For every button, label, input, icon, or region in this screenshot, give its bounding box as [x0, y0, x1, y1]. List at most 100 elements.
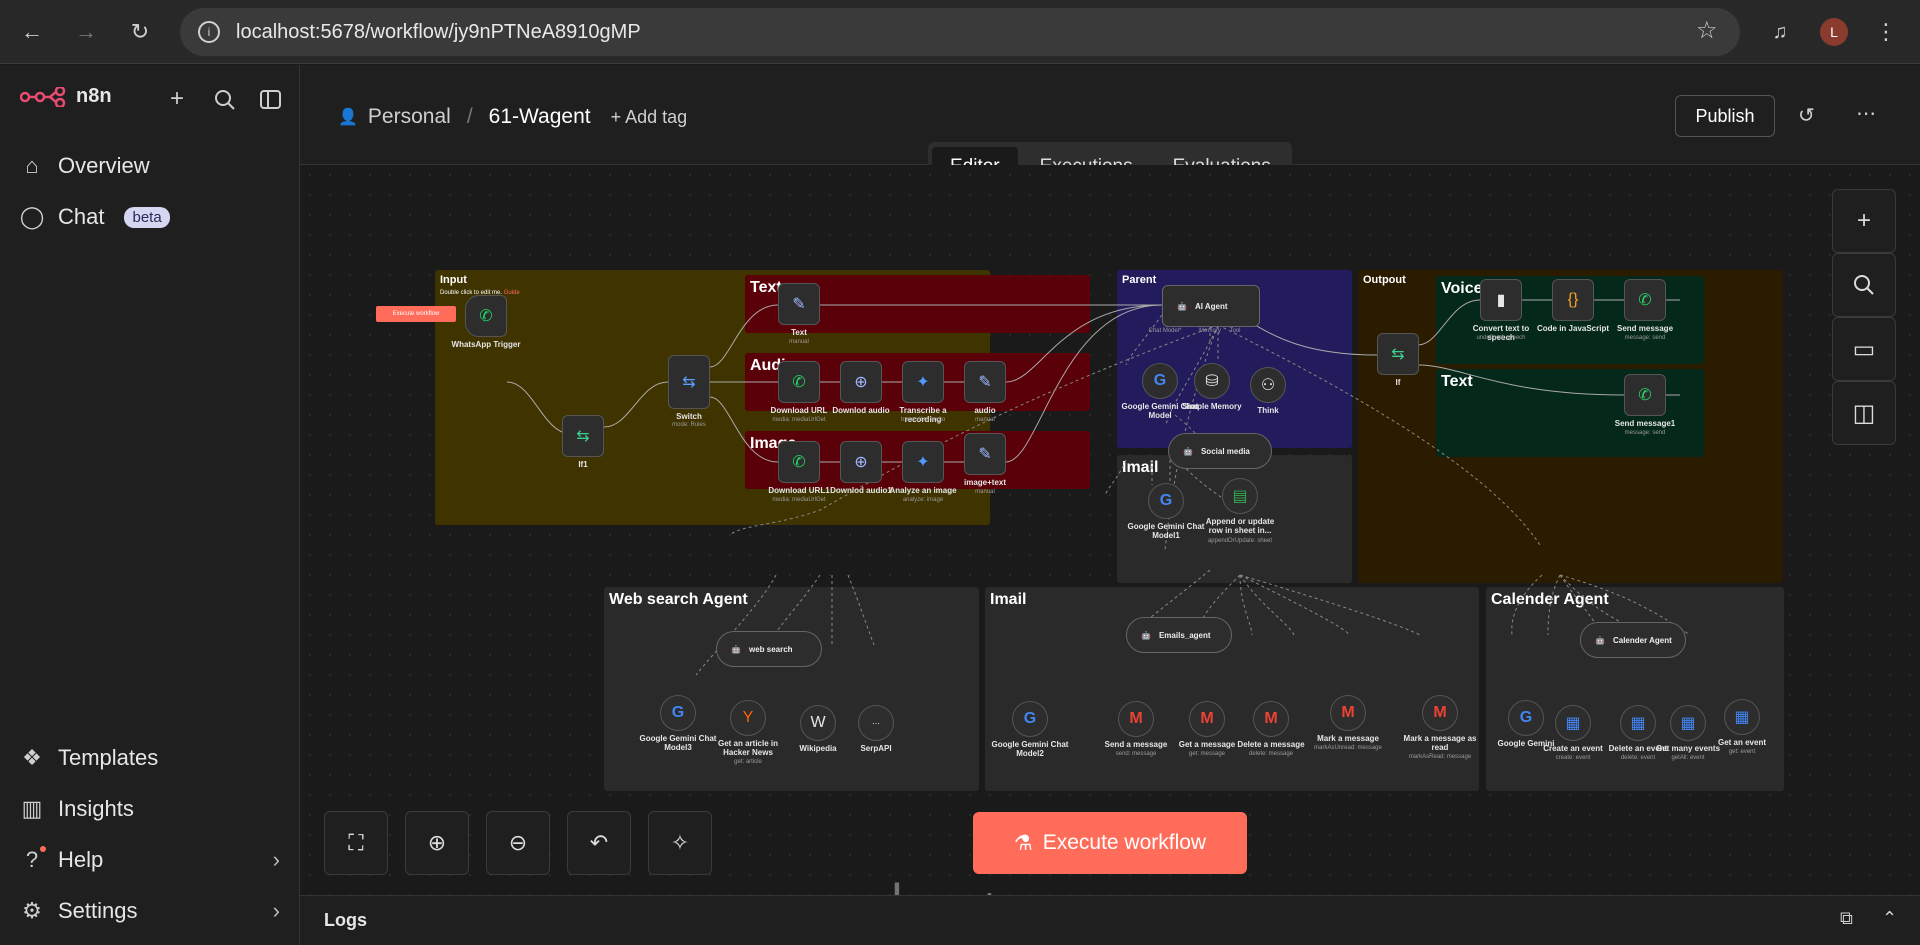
help-icon: ? [20, 846, 46, 872]
google-gemini-node[interactable]: G [1508, 700, 1544, 736]
send-message-node[interactable]: ✆ [1624, 279, 1666, 321]
node-label: Social media [1200, 446, 1250, 456]
google-calendar-icon[interactable]: ▦ [1620, 705, 1656, 741]
history-icon[interactable]: ↺ [1798, 103, 1815, 128]
gmail-icon[interactable]: M [1330, 695, 1366, 731]
breadcrumb-separator: / [466, 105, 473, 128]
undo-button[interactable]: ↶ [567, 811, 631, 875]
fit-view-button[interactable]: ⛶ [324, 811, 388, 875]
workflow-name[interactable]: 61-Wagent [489, 105, 591, 129]
collapse-sidebar-icon[interactable] [260, 89, 282, 111]
chevron-up-icon[interactable]: ⌃ [1882, 908, 1897, 929]
node-subtitle: media: mediaUrlGet [772, 417, 826, 423]
think-node[interactable]: ⚇ [1250, 367, 1286, 403]
popout-icon[interactable]: ⧉ [1840, 908, 1853, 929]
sidebar-item-templates[interactable]: ❖ Templates [20, 745, 158, 771]
whatsapp-trigger-node[interactable]: ✆ [465, 295, 507, 337]
node-label: Append or update row in sheet in... [1205, 517, 1275, 535]
sidebar-item-settings[interactable]: ⚙ Settings › [20, 898, 280, 924]
flask-icon: ⚗ [1013, 831, 1033, 855]
publish-button[interactable]: Publish [1675, 95, 1775, 137]
zoom-in-button[interactable]: ⊕ [405, 811, 469, 875]
google-gemini-chat-model-node[interactable]: G [1142, 363, 1178, 399]
profile-avatar[interactable]: L [1820, 18, 1848, 46]
n8n-logo-icon [20, 86, 66, 107]
tidy-up-button[interactable]: ✧ [648, 811, 712, 875]
address-bar[interactable]: i localhost:5678/workflow/jy9nPTNeA8910g… [180, 8, 1740, 56]
node-label: Send message [1616, 324, 1674, 333]
reload-icon[interactable]: ↻ [122, 14, 158, 50]
text-node[interactable]: ✎ [778, 283, 820, 325]
add-tag-button[interactable]: + Add tag [611, 107, 688, 128]
social-media-agent-node[interactable]: 🤖 Social media [1168, 433, 1272, 469]
gemini-model3-node[interactable]: G [660, 695, 696, 731]
add-icon[interactable]: + [170, 85, 184, 113]
calender-agent-node[interactable]: 🤖 Calender Agent [1580, 622, 1686, 658]
google-calendar-icon[interactable]: ▦ [1670, 705, 1706, 741]
panel-toggle-button[interactable]: ◫ [1832, 381, 1896, 445]
google-sheets-icon[interactable]: ▤ [1222, 478, 1258, 514]
transcribe-node[interactable]: ✦ [902, 361, 944, 403]
simple-memory-node[interactable]: ⛁ [1194, 363, 1230, 399]
media-control-icon[interactable]: ♫ [1762, 14, 1798, 50]
mini-execute-button[interactable]: Execute workflow [376, 306, 456, 322]
watermark-logo: خمسات [845, 875, 1005, 895]
search-icon[interactable] [214, 89, 236, 111]
download-url1-node[interactable]: ✆ [778, 441, 820, 483]
bar-chart-icon: ▥ [21, 796, 43, 821]
zoom-out-button[interactable]: ⊖ [486, 811, 550, 875]
more-options-icon[interactable]: ⋯ [1856, 101, 1876, 126]
serpapi-icon[interactable]: ⋯ [858, 705, 894, 741]
analyze-image-node[interactable]: ✦ [902, 441, 944, 483]
sidebar-item-help[interactable]: ? Help › [20, 846, 280, 873]
code-js-node[interactable]: {} [1552, 279, 1594, 321]
switch-node[interactable]: ⇆ [668, 355, 710, 409]
ai-agent-node[interactable]: 🤖 AI Agent [1162, 285, 1260, 327]
hacker-news-icon[interactable]: Y [730, 700, 766, 736]
node-label: Switch [676, 412, 702, 421]
back-icon[interactable]: ← [14, 14, 50, 50]
sidebar-item-insights[interactable]: ▥ Insights [20, 796, 134, 822]
image-text-node[interactable]: ✎ [964, 433, 1006, 475]
download-url-node[interactable]: ✆ [778, 361, 820, 403]
app-logo[interactable]: n8n [20, 85, 112, 108]
node-subtitle: manual [975, 489, 995, 495]
execute-workflow-button[interactable]: ⚗ Execute workflow [973, 812, 1247, 874]
node-label: audio [974, 406, 996, 415]
google-calendar-icon[interactable]: ▦ [1555, 705, 1591, 741]
download-audio-node[interactable]: ⊕ [840, 361, 882, 403]
sidebar: n8n + ⌂ Overview ◯ Chat beta ❖ Templates… [0, 65, 300, 945]
gmail-icon[interactable]: M [1189, 701, 1225, 737]
gemini-model2-node[interactable]: G [1012, 701, 1048, 737]
browser-menu-icon[interactable]: ⋮ [1868, 14, 1904, 50]
gmail-icon[interactable]: M [1118, 701, 1154, 737]
web-search-agent-node[interactable]: 🤖 web search [716, 631, 822, 667]
send-message1-node[interactable]: ✆ [1624, 374, 1666, 416]
logs-panel-bar[interactable]: Logs ⧉ ⌃ [300, 895, 1920, 945]
audio-node[interactable]: ✎ [964, 361, 1006, 403]
node-label: SerpAPI [860, 744, 892, 753]
sidebar-item-overview[interactable]: ⌂ Overview [20, 153, 149, 179]
sticky-note-button[interactable]: ▭ [1832, 317, 1896, 381]
add-node-button[interactable]: + [1832, 189, 1896, 253]
site-info-icon[interactable]: i [198, 21, 220, 43]
emails-agent-node[interactable]: 🤖 Emails_agent [1126, 617, 1232, 653]
download-audio1-node[interactable]: ⊕ [840, 441, 882, 483]
sidebar-item-chat[interactable]: ◯ Chat beta [20, 204, 170, 230]
node-label: Think [1257, 406, 1279, 415]
node-label: Code in JavaScript [1536, 324, 1610, 333]
wikipedia-icon[interactable]: W [800, 705, 836, 741]
breadcrumb-project[interactable]: Personal [368, 105, 451, 129]
if-node[interactable]: ⇆ [1377, 333, 1419, 375]
forward-icon[interactable]: → [68, 14, 104, 50]
chevron-right-icon: › [272, 898, 280, 923]
search-nodes-button[interactable] [1832, 253, 1896, 317]
gmail-icon[interactable]: M [1422, 695, 1458, 731]
bookmark-star-icon[interactable]: ☆ [1696, 16, 1718, 45]
workflow-canvas[interactable]: Input Double click to edit me. Guide Tex… [300, 165, 1920, 895]
convert-tts-node[interactable]: ▮ [1480, 279, 1522, 321]
if1-node[interactable]: ⇆ [562, 415, 604, 457]
gemini-model1-node[interactable]: G [1148, 483, 1184, 519]
gmail-icon[interactable]: M [1253, 701, 1289, 737]
google-calendar-icon[interactable]: ▦ [1724, 699, 1760, 735]
